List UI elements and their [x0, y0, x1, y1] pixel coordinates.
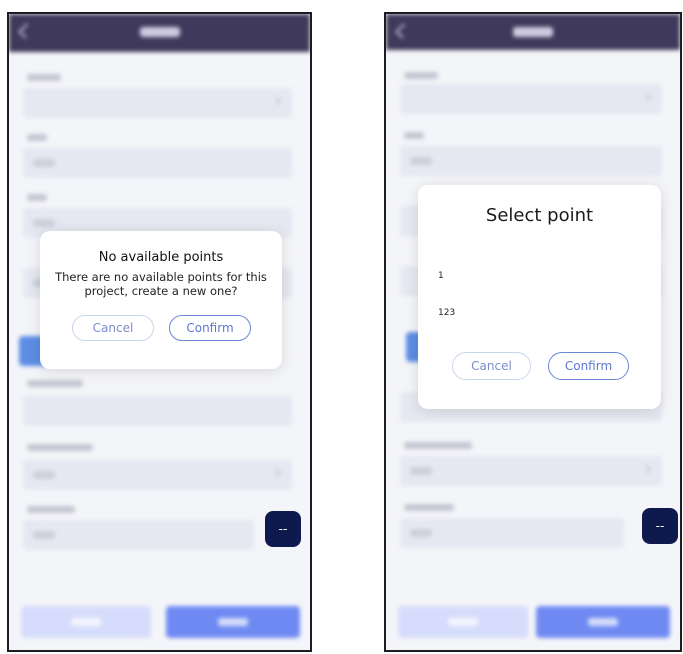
- field-label: [27, 444, 93, 451]
- cancel-button[interactable]: Cancel: [72, 315, 154, 341]
- button-label-placeholder: [71, 618, 101, 626]
- chevron-down-icon: [272, 468, 282, 478]
- text-field[interactable]: [400, 518, 624, 548]
- select-field[interactable]: [23, 88, 292, 118]
- field-placeholder: [410, 467, 432, 475]
- app-header: [386, 14, 680, 50]
- dialog-title: Select point: [485, 205, 594, 226]
- dialog-message: There are no available points for this p…: [55, 270, 267, 298]
- field-placeholder: [410, 529, 432, 537]
- select-field[interactable]: [23, 460, 292, 490]
- point-option[interactable]: 1: [438, 271, 444, 281]
- floating-action-button[interactable]: --: [265, 511, 301, 547]
- button-label-placeholder: [588, 618, 618, 626]
- button-label-placeholder: [218, 618, 248, 626]
- footer-secondary-button[interactable]: [21, 606, 151, 638]
- chevron-down-icon: [272, 96, 282, 106]
- footer-primary-button[interactable]: [536, 606, 670, 638]
- text-field[interactable]: [23, 148, 292, 178]
- dialog-title: No available points: [98, 250, 224, 265]
- field-label: [27, 74, 61, 81]
- right-phone-screen: -- Select point 1 123 Cancel Confirm: [384, 12, 682, 652]
- text-field[interactable]: [400, 146, 662, 176]
- field-label: [404, 132, 424, 139]
- text-field[interactable]: [23, 520, 254, 550]
- chevron-left-icon[interactable]: [395, 23, 411, 39]
- field-placeholder: [33, 471, 55, 479]
- field-label: [27, 134, 47, 141]
- select-point-dialog: Select point 1 123 Cancel Confirm: [418, 185, 661, 409]
- confirm-button[interactable]: Confirm: [548, 352, 629, 380]
- header-title: [139, 27, 180, 37]
- select-field[interactable]: [400, 456, 662, 486]
- field-label: [404, 442, 472, 449]
- button-label-placeholder: [448, 618, 478, 626]
- field-placeholder: [410, 157, 432, 165]
- chevron-down-icon: [642, 92, 652, 102]
- app-header: [9, 14, 310, 52]
- field-placeholder: [33, 531, 55, 539]
- field-label: [27, 194, 47, 201]
- left-phone-screen: -- No available points There are no avai…: [7, 12, 312, 652]
- footer-secondary-button[interactable]: [398, 606, 528, 638]
- footer-primary-button[interactable]: [166, 606, 300, 638]
- cancel-button[interactable]: Cancel: [452, 352, 531, 380]
- chevron-left-icon[interactable]: [18, 23, 34, 39]
- field-label: [404, 72, 438, 79]
- header-title: [513, 27, 553, 37]
- text-field[interactable]: [23, 396, 292, 426]
- field-placeholder: [33, 219, 55, 227]
- field-label: [27, 380, 83, 387]
- select-field[interactable]: [400, 84, 662, 114]
- point-option[interactable]: 123: [438, 308, 455, 318]
- confirm-button[interactable]: Confirm: [169, 315, 251, 341]
- floating-action-button[interactable]: --: [642, 508, 678, 544]
- chevron-down-icon: [642, 464, 652, 474]
- field-label: [27, 506, 75, 513]
- field-label: [404, 504, 454, 511]
- no-points-dialog: No available points There are no availab…: [40, 231, 282, 369]
- field-placeholder: [33, 159, 55, 167]
